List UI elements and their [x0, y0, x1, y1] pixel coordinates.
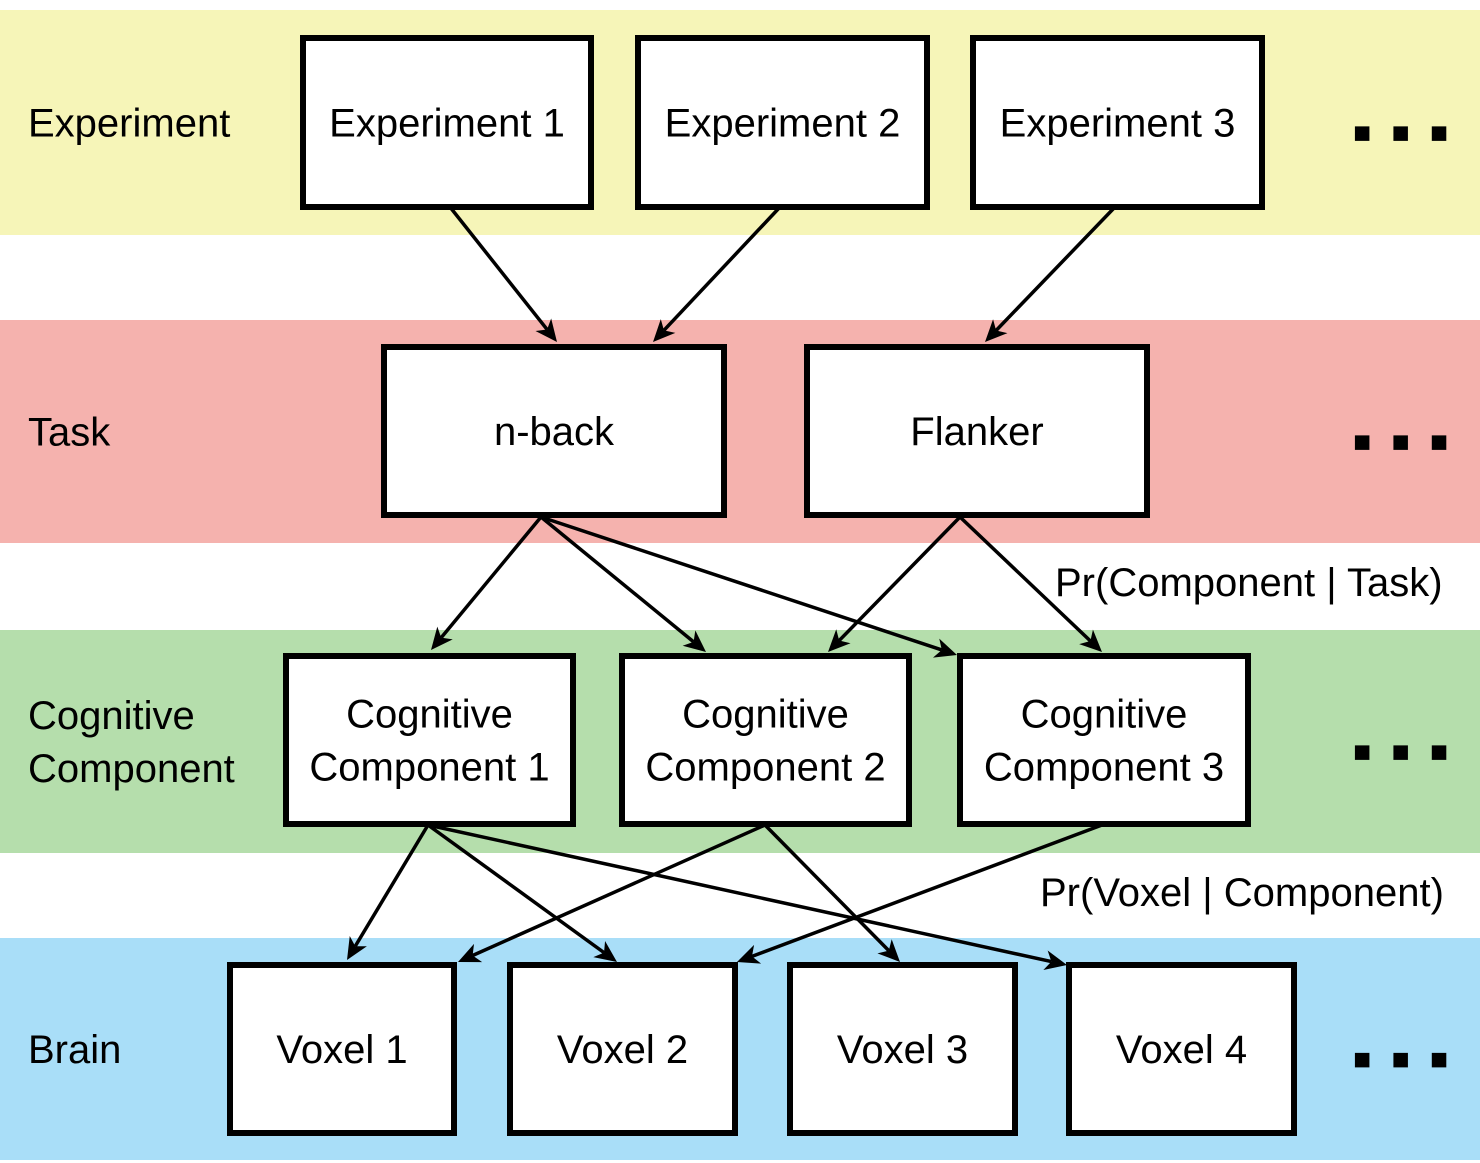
node-label: Component 3 [984, 746, 1224, 790]
band-label-task: Task [28, 411, 111, 455]
node-label: Cognitive [1021, 693, 1188, 737]
node-box: Cognitive Component 3 [957, 653, 1251, 827]
band-label-brain: Brain [28, 1028, 121, 1072]
node-label: Cognitive [346, 693, 513, 737]
node-box: Voxel 3 [787, 962, 1018, 1136]
ellipsis-icon: ■ ■ ■ [1353, 1043, 1454, 1076]
node-label: Component 1 [309, 746, 549, 790]
node-label: Flanker [910, 410, 1043, 454]
node-box: Voxel 1 [227, 962, 457, 1136]
node-box: Voxel 2 [507, 962, 738, 1136]
band-task [0, 320, 1480, 543]
node-label: Component 2 [645, 746, 885, 790]
node-box: Voxel 4 [1066, 962, 1297, 1136]
node-label: Cognitive [682, 693, 849, 737]
node-box: Experiment 3 [970, 35, 1265, 210]
node-label: Voxel 3 [837, 1028, 968, 1072]
node-label: Experiment 2 [665, 102, 901, 146]
band-label-component: Component [28, 747, 235, 791]
node-box: Cognitive Component 2 [619, 653, 912, 827]
band-label-component: Cognitive [28, 694, 195, 738]
node-label: n-back [494, 410, 615, 454]
ellipsis-icon: ■ ■ ■ [1353, 736, 1454, 769]
node-label: Voxel 4 [1116, 1028, 1247, 1072]
node-label: Experiment 3 [1000, 102, 1236, 146]
node-box: Experiment 2 [635, 35, 930, 210]
hierarchy-diagram: Experiment ■ ■ ■ Task ■ ■ ■ Cognitive Compone… [0, 10, 1480, 1160]
node-box: Experiment 1 [300, 35, 594, 210]
node-label: Experiment 1 [329, 102, 565, 146]
band-label-experiment: Experiment [28, 102, 230, 146]
node-label: Voxel 1 [276, 1028, 407, 1072]
node-label: Voxel 2 [557, 1028, 688, 1072]
node-box: Cognitive Component 1 [283, 653, 576, 827]
annotation-task-to-component: Pr(Component | Task) [1055, 561, 1443, 605]
ellipsis-icon: ■ ■ ■ [1353, 426, 1454, 459]
node-box: n-back [381, 344, 727, 518]
annotation-component-to-voxel: Pr(Voxel | Component) [1040, 871, 1444, 915]
node-box: Flanker [804, 344, 1150, 518]
ellipsis-icon: ■ ■ ■ [1353, 117, 1454, 150]
